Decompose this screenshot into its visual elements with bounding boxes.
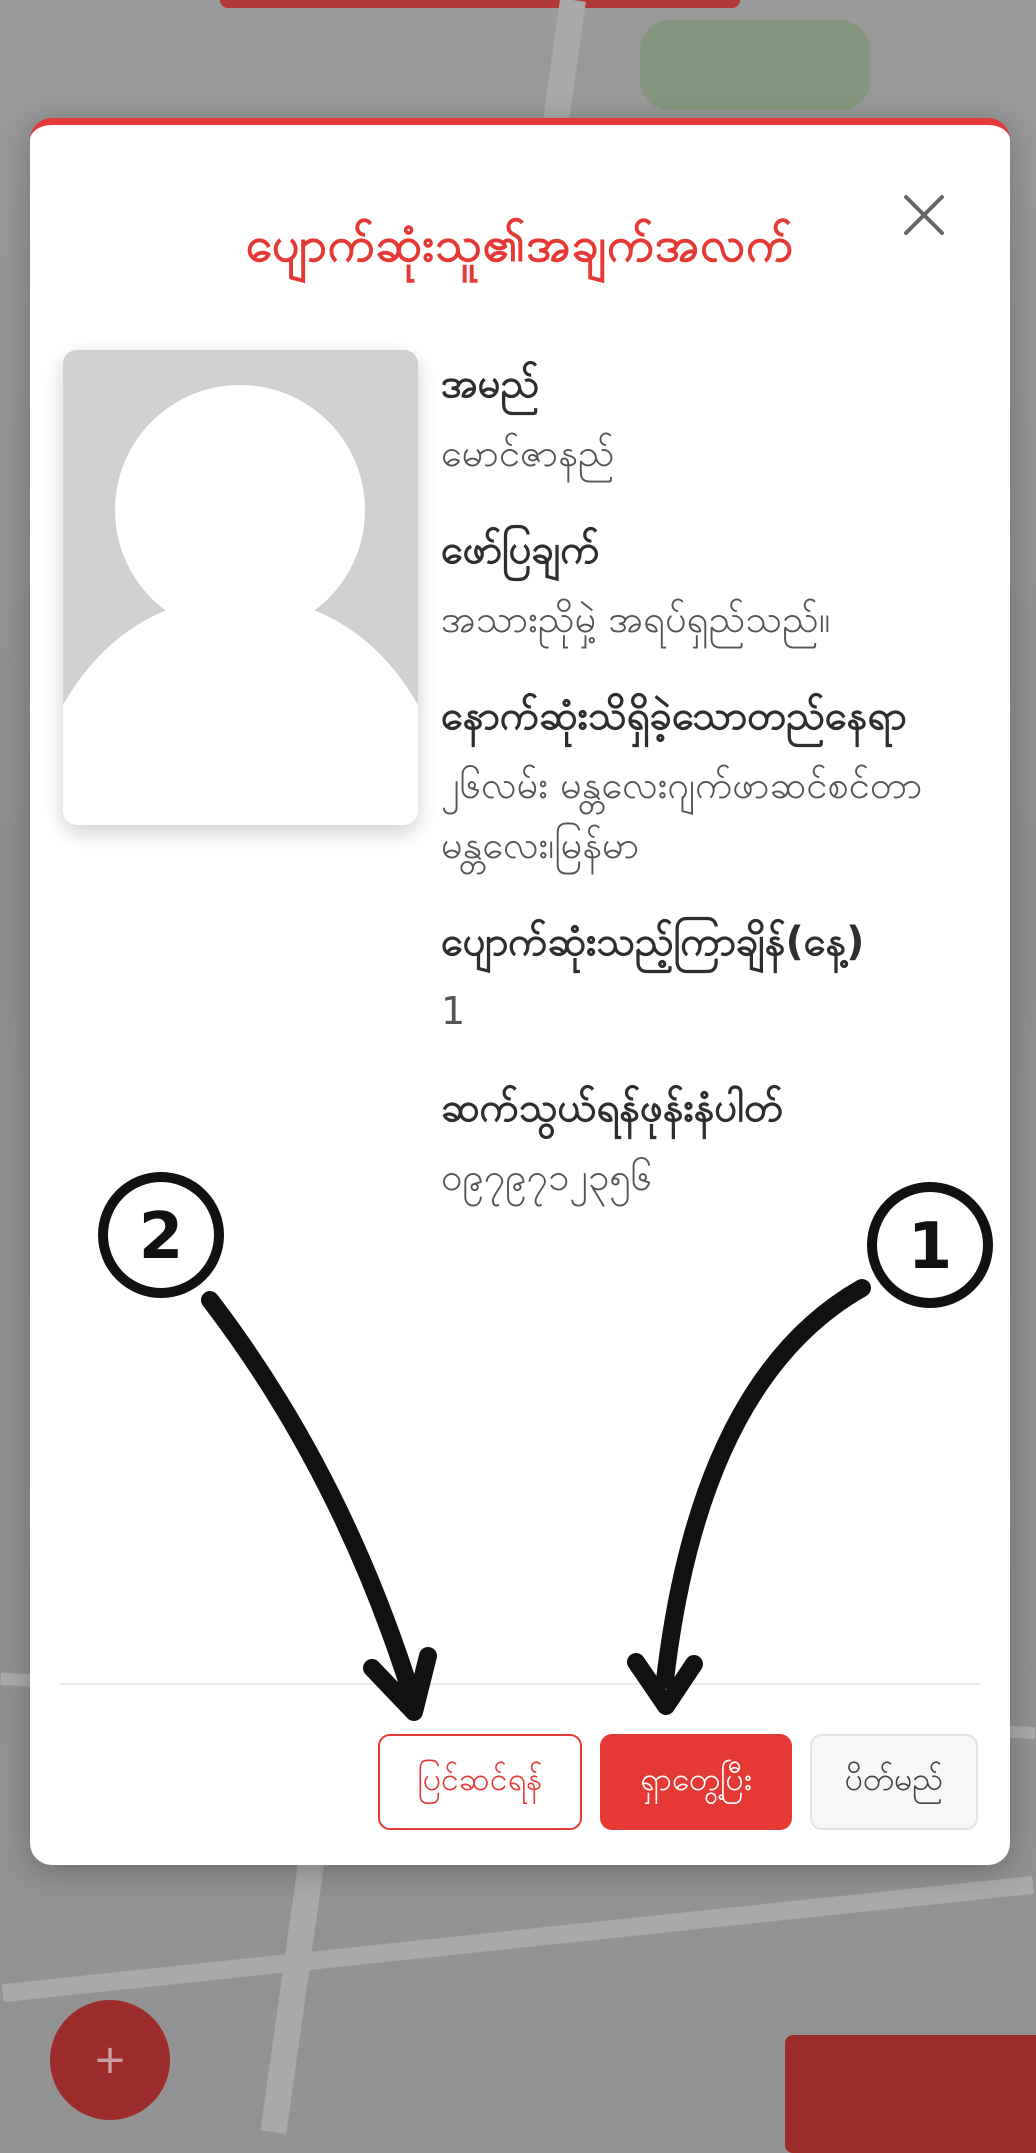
person-silhouette-icon <box>63 350 418 825</box>
dialog-title: ပျောက်ဆုံးသူ၏အချက်အလက် <box>245 217 795 273</box>
missing-person-detail-dialog: ပျောက်ဆုံးသူ၏အချက်အလက် အမည် မောင်ဇာနည် ဖ… <box>30 118 1010 1865</box>
footer-divider <box>60 1683 980 1685</box>
field-label: အမည် <box>441 361 540 407</box>
field-label: ပျောက်ဆုံးသည့်ကြာချိန်(နေ့) <box>441 919 865 965</box>
map-park-area <box>640 20 870 110</box>
map-road <box>1 1875 1035 2003</box>
field-name: အမည် မောင်ဇာနည် <box>441 353 981 483</box>
field-value: 1 <box>441 989 466 1033</box>
mark-found-button[interactable]: ရှာတွေ့ပြီး <box>600 1734 792 1830</box>
map-top-bar <box>220 0 740 8</box>
field-value: မောင်ဇာနည် <box>441 431 615 475</box>
avatar-placeholder <box>63 350 418 825</box>
field-last-location: နောက်ဆုံးသိရှိခဲ့သောတည်နေရာ ၂၆လမ်း မန္တလ… <box>441 685 981 875</box>
field-label: ဆက်သွယ်ရန်ဖုန်းနံပါတ် <box>441 1085 784 1131</box>
close-button[interactable]: ပိတ်မည် <box>810 1734 978 1830</box>
field-value: အသားညိုမှဲ့ အရပ်ရှည်သည်။ <box>441 597 831 641</box>
field-label: ဖော်ပြချက် <box>441 527 600 573</box>
field-missing-days: ပျောက်ဆုံးသည့်ကြာချိန်(နေ့) 1 <box>441 911 981 1041</box>
field-value: ၂၆လမ်း မန္တလေးဂျက်ဖာဆင်စင်တာ မန္တလေး၊မြန… <box>441 763 923 867</box>
field-description: ဖော်ပြချက် အသားညိုမှဲ့ အရပ်ရှည်သည်။ <box>441 519 981 649</box>
edit-button[interactable]: ပြင်ဆင်ရန် <box>378 1734 582 1830</box>
plus-icon: + <box>93 2037 127 2083</box>
map-floating-action-button[interactable]: + <box>50 2000 170 2120</box>
field-label: နောက်ဆုံးသိရှိခဲ့သောတည်နေရာ <box>441 693 907 739</box>
close-icon[interactable] <box>892 183 956 247</box>
field-contact-phone: ဆက်သွယ်ရန်ဖုန်းနံပါတ် ၀၉၇၉၇၁၂၃၅၆ <box>441 1077 981 1207</box>
detail-fields: အမည် မောင်ဇာနည် ဖော်ပြချက် အသားညိုမှဲ့ အ… <box>441 353 981 1243</box>
field-value: ၀၉၇၉၇၁၂၃၅၆ <box>441 1155 653 1199</box>
map-action-button[interactable] <box>785 2035 1036 2153</box>
